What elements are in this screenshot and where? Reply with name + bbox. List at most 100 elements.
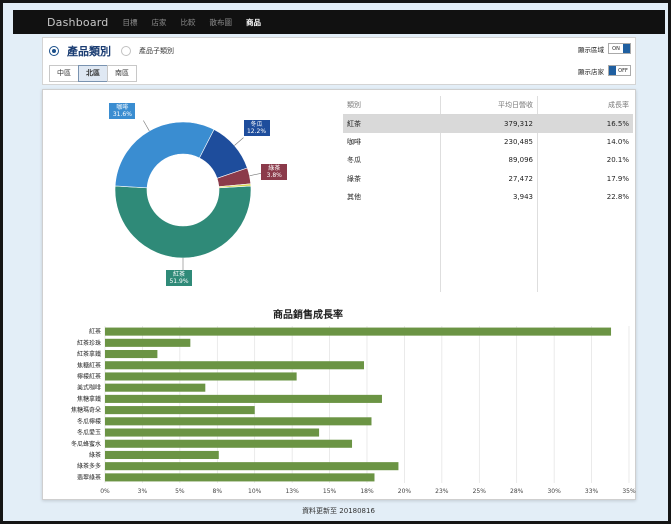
table-row[interactable]: 其他 3,943 22.8% xyxy=(343,188,633,207)
table-cell: 230,485 xyxy=(504,137,533,146)
donut-slice-label: 咖啡 31.6% xyxy=(109,102,136,119)
category-donut-chart: 紅茶 51.9% 咖啡 31.6% 冬瓜 12.2% 綠茶 3.8% xyxy=(43,90,343,300)
table-header-category[interactable]: 類別 xyxy=(343,96,439,115)
donut-slice-label-name: 咖啡 xyxy=(116,103,129,111)
table-cell: 3,943 xyxy=(512,193,533,202)
category-radio-label[interactable]: 產品類別 xyxy=(67,43,111,59)
donut-slice-label-name: 紅茶 xyxy=(172,271,185,278)
top-navbar: Dashboard 目標 店家 比較 散布圖 商品 xyxy=(13,10,665,34)
bar-chart-category-label: 紅茶 xyxy=(89,328,101,336)
bar-chart-x-tick-label: 18% xyxy=(360,488,374,495)
region-button-south[interactable]: 南區 xyxy=(107,65,137,82)
last-updated-text: 資料更新至 20180816 xyxy=(302,507,375,515)
bar-chart-bar[interactable] xyxy=(105,450,219,460)
bar-chart-category-label: 翡翠綠茶 xyxy=(77,473,101,481)
show-region-state: ON xyxy=(612,45,620,52)
bar-chart-bar[interactable] xyxy=(105,473,375,482)
bar-chart-x-tick-label: 33% xyxy=(585,488,599,495)
bar-chart-bar[interactable] xyxy=(105,372,297,381)
nav-item-stores[interactable]: 店家 xyxy=(151,17,166,28)
show-store-toggle[interactable]: OFF xyxy=(608,65,631,76)
toggle-knob-icon xyxy=(609,66,616,75)
table-cell: 紅茶 xyxy=(343,114,439,133)
bar-chart-bar[interactable] xyxy=(105,406,255,415)
bar-chart-bar[interactable] xyxy=(105,327,612,336)
filter-toolbar: 產品類別 產品子類別 中區 北區 南區 顯示區域 ON 顯示店家 OFF xyxy=(42,37,636,85)
bar-chart-x-tick-label: 20% xyxy=(398,488,412,495)
bar-chart-category-label: 冬瓜蜂蜜水 xyxy=(71,440,101,448)
bar-chart-bar[interactable] xyxy=(105,439,353,448)
table-header-growth[interactable]: 成長率 xyxy=(537,96,633,115)
bar-chart-svg: 商品銷售成長率 0% 3% 5% 8% 10% 13% 15% 18% 20% 23% 25% 28% 3… xyxy=(71,308,636,495)
bar-chart-x-tick-label: 5% xyxy=(175,488,185,495)
main-panel: 紅茶 51.9% 咖啡 31.6% 冬瓜 12.2% 綠茶 3.8% 類別 平均日營收 成長率… xyxy=(42,89,636,500)
bar-chart-category-label: 焦糖瑪奇朵 xyxy=(71,406,101,414)
nav-item-products[interactable]: 商品 xyxy=(246,17,261,28)
table-cell: 咖啡 xyxy=(347,137,361,146)
bar-chart-x-tick-label: 0% xyxy=(100,488,110,495)
bar-chart-x-tick-label: 10% xyxy=(248,488,262,495)
bar-chart-category-label: 紅茶拿鐵 xyxy=(77,350,101,358)
table-row[interactable]: 咖啡 230,485 14.0% xyxy=(343,133,633,152)
nav-item-scatter[interactable]: 散布圖 xyxy=(209,17,232,28)
bar-chart-category-label: 冬瓜檸檬 xyxy=(77,417,101,425)
donut-slice-black-tea[interactable] xyxy=(114,185,252,259)
region-button-group: 中區 北區 南區 xyxy=(49,65,137,82)
donut-leader-line xyxy=(234,137,244,146)
table-cell: 27,472 xyxy=(508,174,534,183)
bar-chart-bar[interactable] xyxy=(105,361,365,370)
bar-chart-bar[interactable] xyxy=(105,349,158,359)
brand-link[interactable]: Dashboard xyxy=(47,16,108,29)
category-radio[interactable] xyxy=(49,46,59,56)
table-row[interactable]: 紅茶 379,312 16.5% xyxy=(343,114,633,133)
subcategory-radio-label[interactable]: 產品子類別 xyxy=(139,46,174,56)
show-region-label: 顯示區域 xyxy=(578,45,604,54)
show-region-toggle[interactable]: ON xyxy=(608,43,631,54)
bar-chart-category-label: 綠茶多多 xyxy=(77,462,101,470)
nav-item-targets[interactable]: 目標 xyxy=(122,17,137,28)
bar-chart-category-label: 焦糖拿鐵 xyxy=(77,395,101,403)
bar-chart-x-tick-label: 30% xyxy=(547,488,561,495)
bar-chart-category-label: 綠茶 xyxy=(89,451,101,459)
category-radio-group: 產品類別 產品子類別 xyxy=(49,43,174,59)
donut-slice-label-value: 31.6% xyxy=(112,110,132,118)
app-frame: Dashboard 目標 店家 比較 散布圖 商品 產品類別 產品子類別 中區 … xyxy=(0,0,671,524)
donut-leader-line xyxy=(143,120,150,132)
bar-chart-x-tick-label: 13% xyxy=(285,488,299,495)
bar-chart-bar[interactable] xyxy=(105,394,382,403)
bar-chart-x-tick-label: 23% xyxy=(435,488,449,495)
bar-chart-x-tick-label: 25% xyxy=(473,488,487,495)
table-cell: 89,096 xyxy=(508,156,534,165)
table-cell: 17.9% xyxy=(606,174,629,183)
table-row[interactable]: 冬瓜 89,096 20.1% xyxy=(343,151,633,170)
bar-chart-bar[interactable] xyxy=(105,383,206,392)
donut-leader-line xyxy=(249,172,262,177)
bar-chart-bar[interactable] xyxy=(105,417,372,426)
table-row[interactable]: 綠茶 27,472 17.9% xyxy=(343,170,633,189)
region-button-north[interactable]: 北區 xyxy=(78,65,108,82)
donut-slice-label: 冬瓜 12.2% xyxy=(243,119,270,136)
table-cell: 379,312 xyxy=(439,114,537,133)
table-cell: 其他 xyxy=(347,193,361,202)
show-region-row: 顯示區域 ON xyxy=(578,43,631,54)
bar-chart-x-tick-label: 35% xyxy=(622,488,636,495)
table-header-row: 類別 平均日營收 成長率 xyxy=(343,96,633,115)
bar-chart-category-label: 檸檬紅茶 xyxy=(77,372,101,380)
region-button-central[interactable]: 中區 xyxy=(49,65,79,82)
toggle-knob-icon xyxy=(623,44,630,53)
subcategory-radio[interactable] xyxy=(121,46,131,56)
bar-chart-category-label: 紅茶珍珠 xyxy=(77,339,101,347)
nav-item-compare[interactable]: 比較 xyxy=(180,17,195,28)
bar-chart-bar[interactable] xyxy=(105,428,320,437)
show-store-label: 顯示店家 xyxy=(578,67,604,76)
donut-slice-label-value: 12.2% xyxy=(246,127,267,135)
table-header-revenue[interactable]: 平均日營收 xyxy=(439,96,537,115)
bar-chart-bar[interactable] xyxy=(105,338,191,347)
donut-slice-coffee[interactable] xyxy=(114,121,215,189)
table-cell: 14.0% xyxy=(606,137,629,146)
donut-slice-label-value: 3.8% xyxy=(266,172,282,180)
bar-chart-x-tick-label: 3% xyxy=(138,488,148,495)
bar-chart-bar[interactable] xyxy=(105,462,399,471)
donut-svg xyxy=(114,120,262,270)
bar-chart-x-tick-label: 8% xyxy=(213,488,223,495)
